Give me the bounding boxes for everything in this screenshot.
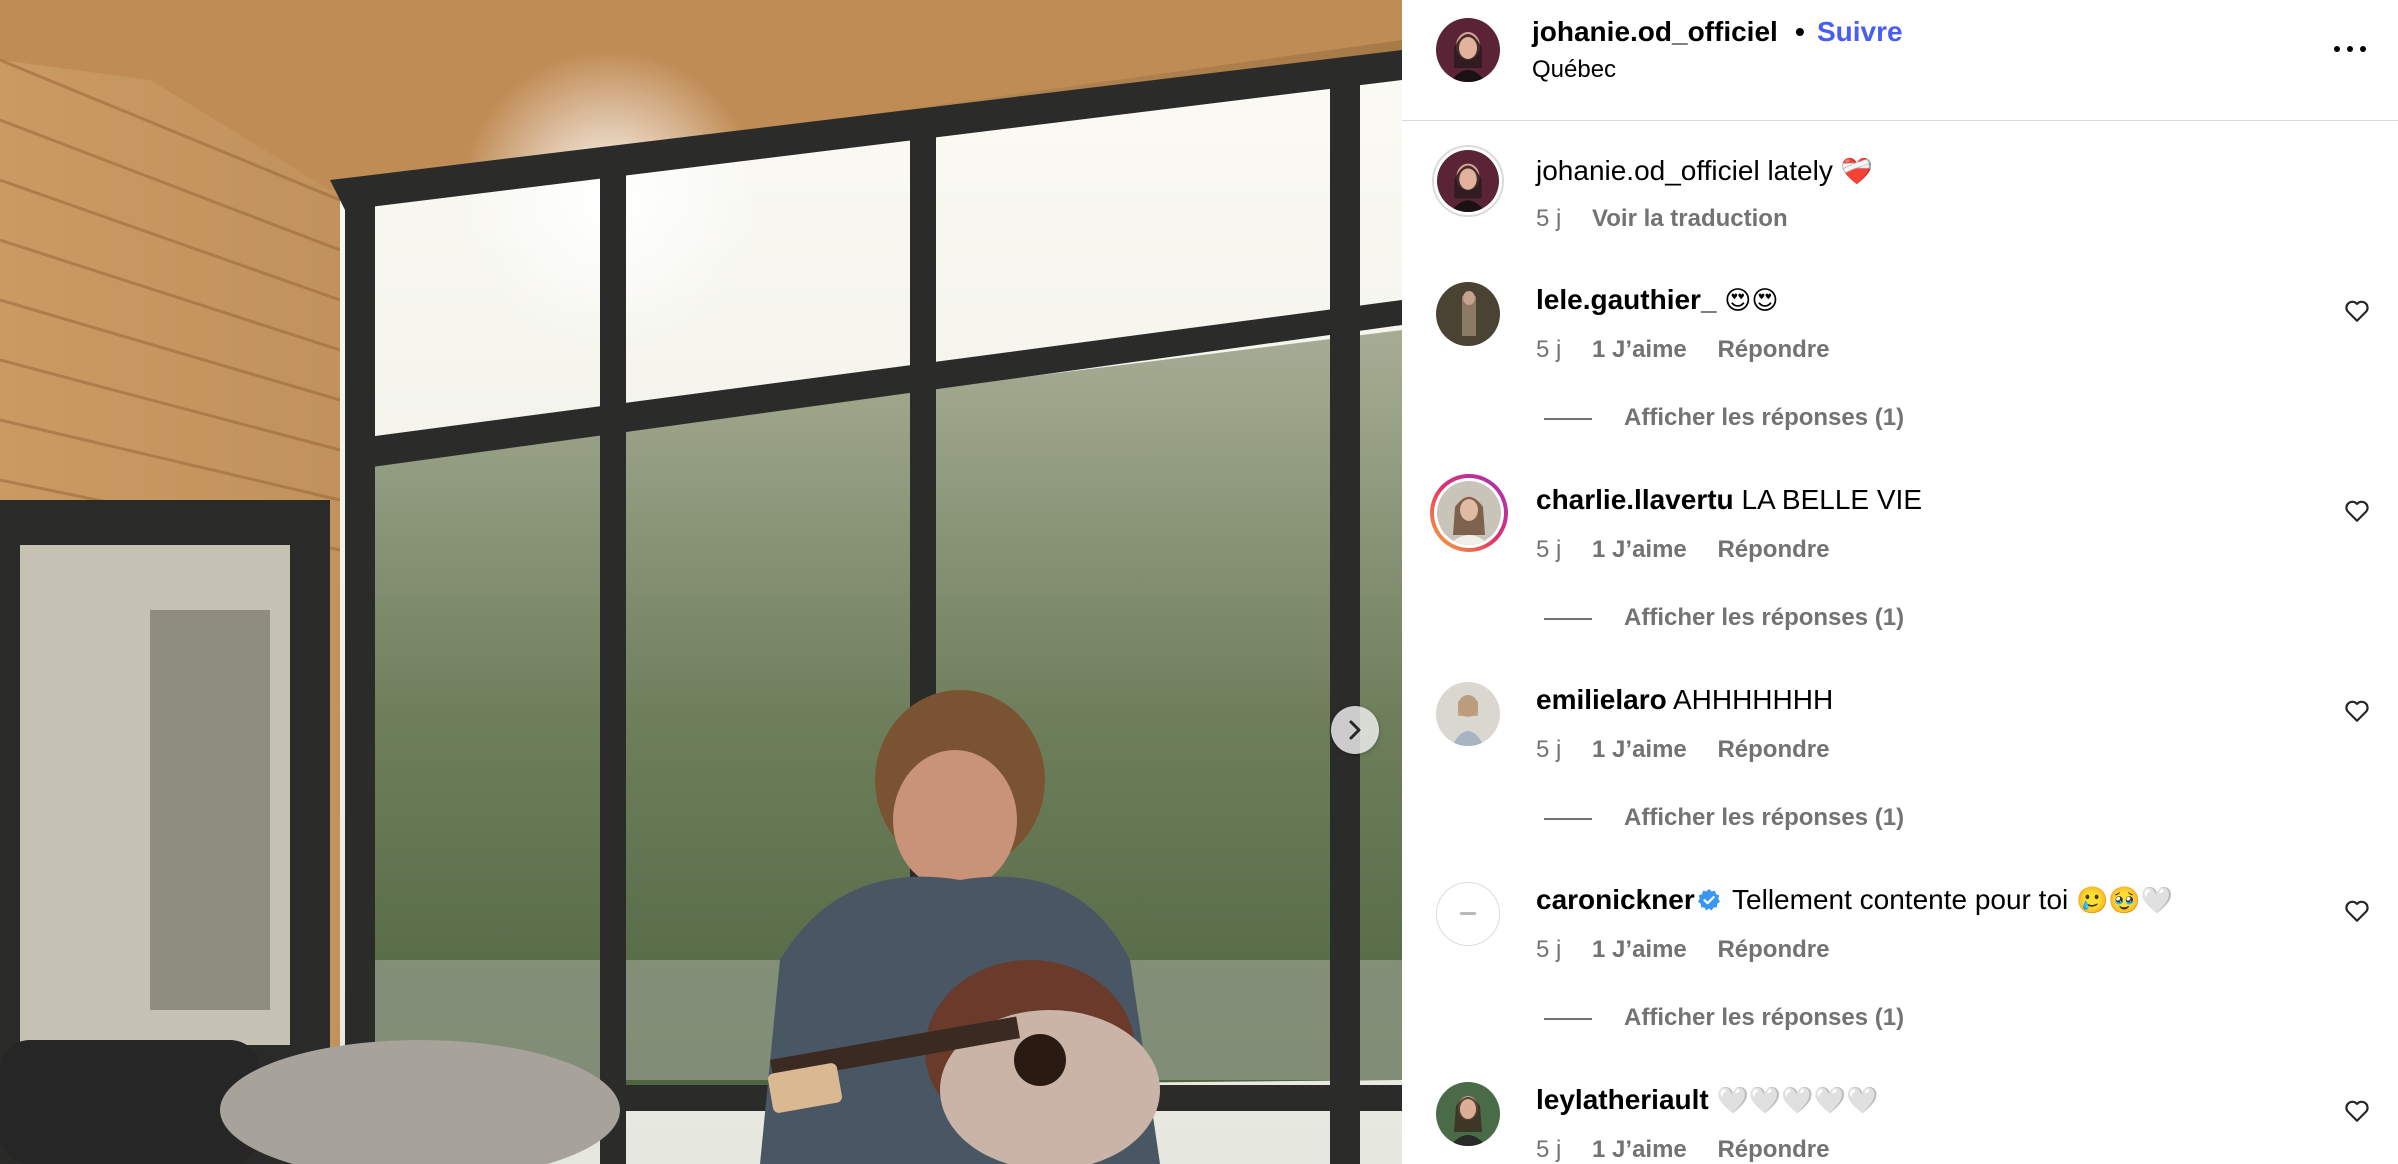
comment-avatar[interactable] xyxy=(1436,282,1500,346)
reply-button[interactable]: Répondre xyxy=(1717,536,1829,563)
comment-emoji: 🥲🥹🤍 xyxy=(2076,885,2174,915)
post-header: johanie.od_officiel • Suivre Québec xyxy=(1402,0,2398,121)
view-replies-button[interactable]: Afficher les réponses (1) xyxy=(1544,804,1904,832)
comment-text: LA BELLE VIE xyxy=(1741,484,1923,515)
comment-time[interactable]: 5 j xyxy=(1536,1136,1561,1163)
view-replies-label: Afficher les réponses (1) xyxy=(1624,1004,1905,1031)
replies-dash xyxy=(1544,617,1592,620)
comment-likes[interactable]: 1 J’aime xyxy=(1592,736,1687,763)
comment-text: 🤍🤍🤍🤍🤍 xyxy=(1716,1085,1879,1115)
heart-outline-icon[interactable] xyxy=(2344,898,2370,924)
comment-username[interactable]: caronickner xyxy=(1536,884,1695,915)
caption-avatar[interactable] xyxy=(1432,145,1504,217)
comment-likes[interactable]: 1 J’aime xyxy=(1592,336,1687,363)
view-replies-label: Afficher les réponses (1) xyxy=(1624,804,1905,831)
heart-outline-icon[interactable] xyxy=(2344,498,2370,524)
heart-outline-icon[interactable] xyxy=(2344,698,2370,724)
author-username[interactable]: johanie.od_officiel xyxy=(1532,16,1778,48)
comment-username[interactable]: leylatheriault xyxy=(1536,1084,1709,1115)
comment-time[interactable]: 5 j xyxy=(1536,336,1561,363)
comment-likes[interactable]: 1 J’aime xyxy=(1592,536,1687,563)
comment-avatar[interactable] xyxy=(1436,882,1500,946)
next-media-button[interactable] xyxy=(1331,706,1379,754)
verified-badge-icon xyxy=(1697,889,1720,911)
comment-text: Tellement contente pour toi xyxy=(1732,884,2069,915)
replies-dash xyxy=(1544,1017,1592,1020)
comment-likes[interactable]: 1 J’aime xyxy=(1592,936,1687,963)
caption-emoji: ❤️‍🩹 xyxy=(1840,156,1873,186)
comment-avatar[interactable] xyxy=(1436,1082,1500,1146)
caption-time[interactable]: 5 j xyxy=(1536,205,1561,232)
comment-avatar[interactable] xyxy=(1436,682,1500,746)
author-avatar[interactable] xyxy=(1436,18,1500,82)
comment-username[interactable]: lele.gauthier_ xyxy=(1536,284,1717,315)
heart-outline-icon[interactable] xyxy=(2344,1098,2370,1124)
comment-time[interactable]: 5 j xyxy=(1536,936,1561,963)
more-horizontal-icon xyxy=(2334,46,2340,52)
view-replies-button[interactable]: Afficher les réponses (1) xyxy=(1544,1004,1904,1032)
comment-text: 😍😍 xyxy=(1724,285,1779,315)
reply-button[interactable]: Répondre xyxy=(1717,336,1829,363)
comment-username[interactable]: charlie.llavertu xyxy=(1536,484,1734,515)
post-media[interactable] xyxy=(0,0,1402,1164)
reply-button[interactable]: Répondre xyxy=(1717,936,1829,963)
comment-time[interactable]: 5 j xyxy=(1536,536,1561,563)
comment-likes[interactable]: 1 J’aime xyxy=(1592,1136,1687,1163)
heart-outline-icon[interactable] xyxy=(2344,298,2370,324)
view-replies-label: Afficher les réponses (1) xyxy=(1624,404,1905,431)
comment-avatar-story[interactable] xyxy=(1430,474,1508,552)
view-replies-label: Afficher les réponses (1) xyxy=(1624,604,1905,631)
see-translation-button[interactable]: Voir la traduction xyxy=(1592,205,1788,232)
follow-button[interactable]: Suivre xyxy=(1817,16,1903,48)
comments-panel: johanie.od_officiel • Suivre Québec joha… xyxy=(1402,0,2398,1164)
reply-button[interactable]: Répondre xyxy=(1717,1136,1829,1163)
view-replies-button[interactable]: Afficher les réponses (1) xyxy=(1544,604,1904,632)
reply-button[interactable]: Répondre xyxy=(1717,736,1829,763)
replies-dash xyxy=(1544,817,1592,820)
separator-dot: • xyxy=(1795,16,1805,47)
chevron-right-icon xyxy=(1349,720,1361,740)
post-location[interactable]: Québec xyxy=(1532,56,1616,84)
comment-username[interactable]: emilielaro xyxy=(1536,684,1667,715)
comment-text: AHHHHHHH xyxy=(1672,684,1834,715)
post-photo xyxy=(0,0,1402,1164)
replies-dash xyxy=(1544,417,1592,420)
caption-text: lately xyxy=(1767,155,1833,186)
caption-username[interactable]: johanie.od_officiel xyxy=(1536,155,1760,186)
comment-time[interactable]: 5 j xyxy=(1536,736,1561,763)
view-replies-button[interactable]: Afficher les réponses (1) xyxy=(1544,404,1904,432)
more-options-button[interactable] xyxy=(2328,34,2372,64)
